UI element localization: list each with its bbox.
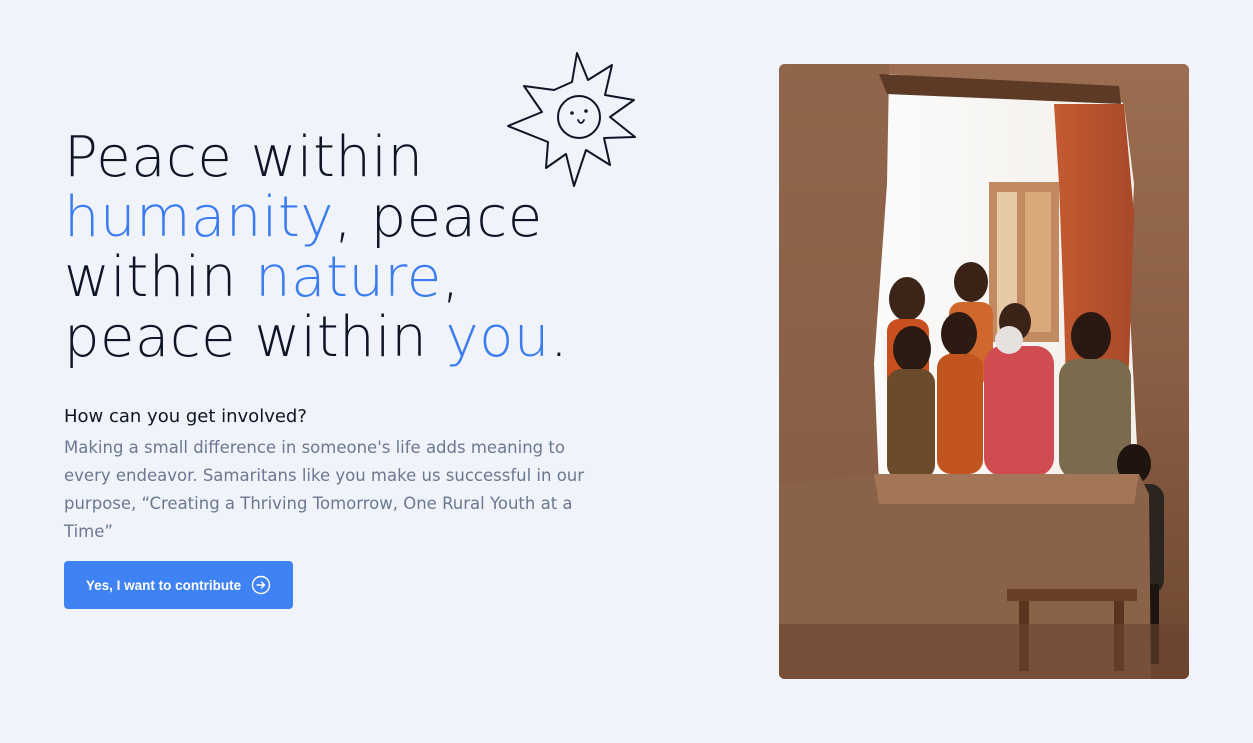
smiling-sun-doodle-icon [507, 52, 636, 187]
photo-illustration [779, 64, 1189, 679]
arrow-right-circle-icon [251, 575, 271, 595]
children-in-window-photo [779, 64, 1189, 679]
contribute-button-label: Yes, I want to contribute [85, 577, 242, 593]
contribute-button[interactable]: Yes, I want to contribute [64, 561, 293, 609]
involved-heading: How can you get involved? [64, 406, 307, 427]
headline-line3-start: within [64, 245, 256, 310]
headline-accent-nature: nature [255, 245, 442, 310]
headline-line2-rest: , peace [334, 185, 543, 250]
headline-line3-end: , [441, 245, 460, 310]
headline-line4-end: . [549, 305, 569, 370]
hero-section: Peace within humanity, peace within nature… [0, 0, 1253, 743]
headline-line4-start: peace within [64, 305, 446, 370]
headline-accent-humanity: humanity [64, 185, 334, 250]
headline-accent-you: you [445, 305, 550, 370]
involved-description: Making a small difference in someone's l… [64, 438, 585, 541]
headline-line1: Peace within [64, 125, 424, 190]
